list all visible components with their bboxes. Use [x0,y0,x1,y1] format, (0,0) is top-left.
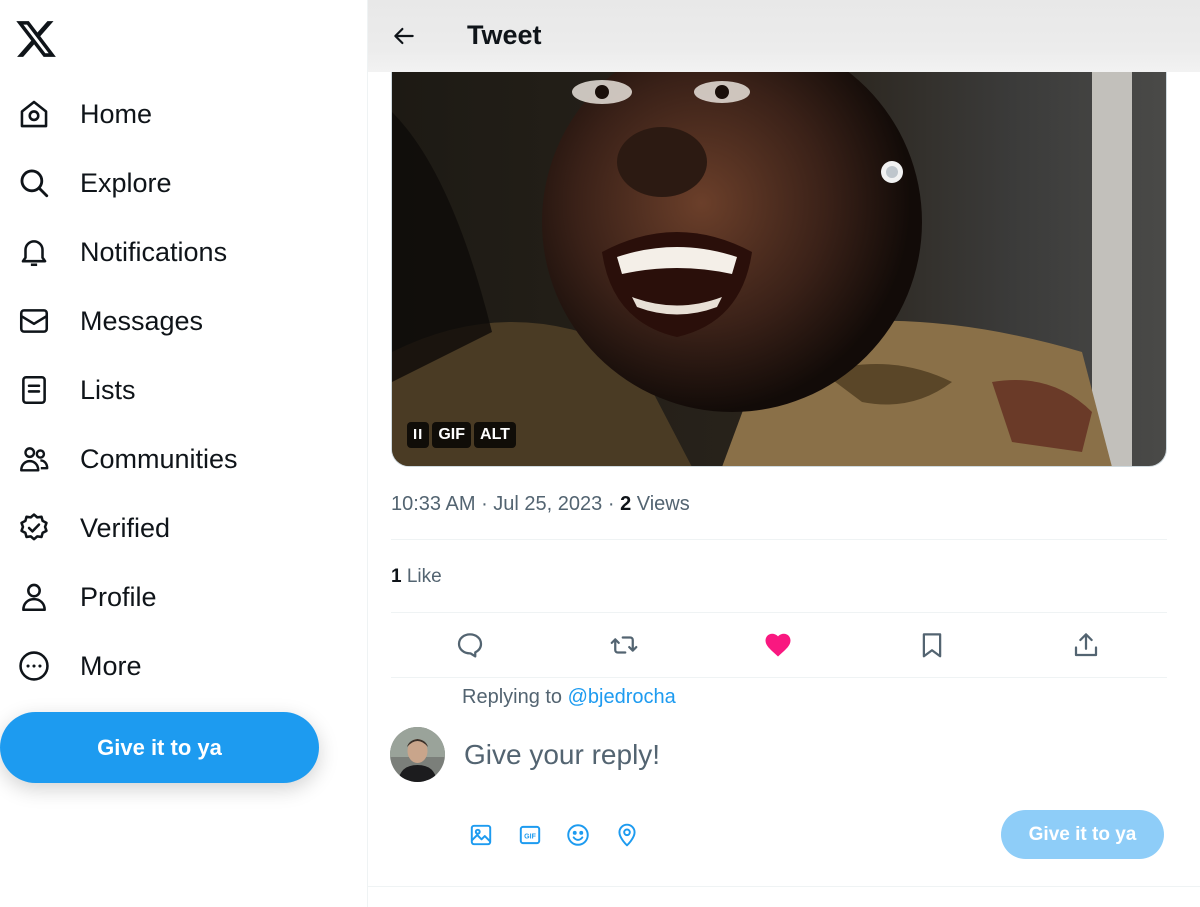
more-circle-icon [16,648,52,684]
search-icon [16,165,52,201]
main-column: Tweet II GIF ALT 10:33 AM · Jul 25, 2023… [367,0,1200,907]
gif-badge: GIF [432,422,472,448]
reply-input[interactable] [464,735,1064,775]
bookmark-icon [922,633,942,658]
tweet-actions [391,622,1167,668]
replying-prefix: Replying to [462,686,568,708]
tweet-time[interactable]: 10:33 AM [391,493,476,515]
svg-text:GIF: GIF [524,833,536,840]
reply-button[interactable] [451,626,489,664]
nav-item-verified[interactable]: Verified [0,493,367,562]
page-header: Tweet [368,0,1200,72]
reply-icon [457,633,483,658]
nav-item-lists[interactable]: Lists [0,355,367,424]
likes-label: Like [401,566,442,587]
gif-button[interactable]: GIF [513,818,547,852]
avatar-image [390,727,445,782]
bell-icon [16,234,52,270]
reply-submit-button[interactable]: Give it to ya [1001,810,1164,859]
nav-item-messages[interactable]: Messages [0,286,367,355]
replying-to: Replying to @bjedrocha [462,685,676,709]
nav-item-home[interactable]: Home [0,79,367,148]
nav-label-home: Home [80,98,153,129]
tweet-media-gif[interactable]: II GIF ALT [391,52,1167,467]
retweet-button[interactable] [605,626,643,664]
retweet-icon [610,636,638,654]
nav-item-notifications[interactable]: Notifications [0,217,367,286]
nav-label-verified: Verified [80,512,171,543]
bookmark-button[interactable] [913,626,951,664]
image-icon [470,824,492,846]
meta-separator: · [475,493,494,515]
nav-item-explore[interactable]: Explore [0,148,367,217]
heart-filled-icon [765,633,791,657]
arrow-left-icon [394,27,414,45]
emoji-icon [567,824,589,846]
pause-button[interactable]: II [407,422,430,448]
divider [391,539,1167,540]
media-button[interactable] [464,818,498,852]
nav-label-lists: Lists [80,374,136,405]
list-icon [16,372,52,408]
verified-icon [16,510,52,546]
home-icon [16,96,52,132]
sidebar: Home Explore Notifications Messages List… [0,0,367,907]
nav-label-messages: Messages [80,305,204,336]
nav-item-more[interactable]: More [0,631,367,700]
alt-text-button[interactable]: ALT [474,422,516,448]
location-button[interactable] [610,818,644,852]
divider [391,677,1167,678]
x-logo-icon[interactable] [14,17,58,61]
avatar[interactable] [390,727,445,782]
back-button[interactable] [388,20,420,52]
divider [368,886,1200,887]
page-title: Tweet [467,20,542,50]
tweet-date[interactable]: Jul 25, 2023 [493,493,602,515]
share-icon [1074,633,1098,657]
divider [391,612,1167,613]
location-pin-icon [618,823,636,847]
tweet-meta: 10:33 AM · Jul 25, 2023 · 2 Views [391,492,690,516]
share-button[interactable] [1067,626,1105,664]
nav-item-communities[interactable]: Communities [0,424,367,493]
nav-label-notifications: Notifications [80,236,228,267]
likes-count-link[interactable]: 1 Like [391,565,442,589]
nav-label-more: More [80,650,142,681]
views-label: Views [631,493,690,515]
nav-label-communities: Communities [80,443,238,474]
nav-label-explore: Explore [80,167,172,198]
meta-separator: · [602,493,621,515]
views-count: 2 [620,493,632,515]
replying-handle-link[interactable]: @bjedrocha [568,686,676,708]
media-badges: II GIF ALT [407,422,516,448]
nav-list: Home Explore Notifications Messages List… [0,79,367,700]
communities-icon [16,441,52,477]
nav-label-profile: Profile [80,581,157,612]
likes-count: 1 [391,566,402,587]
person-icon [16,579,52,615]
nav-item-profile[interactable]: Profile [0,562,367,631]
emoji-button[interactable] [561,818,595,852]
like-button[interactable] [759,626,797,664]
gif-frame-image [392,52,1166,466]
gif-icon: GIF [519,825,541,845]
envelope-icon [16,303,52,339]
post-button[interactable]: Give it to ya [0,712,319,783]
